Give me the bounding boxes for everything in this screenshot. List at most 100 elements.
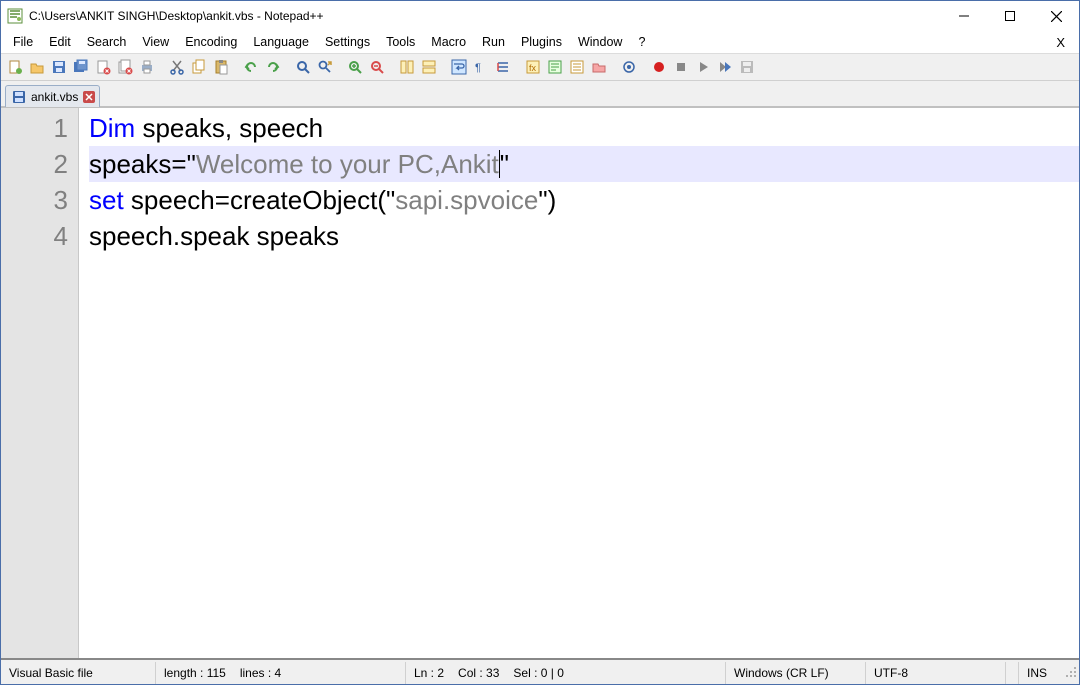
code-token: createObject — [230, 185, 377, 215]
status-mode[interactable]: INS — [1019, 662, 1061, 684]
line-number: 1 — [1, 110, 68, 146]
function-list-icon[interactable] — [567, 57, 587, 77]
close-window-button[interactable] — [1033, 1, 1079, 31]
record-icon[interactable] — [649, 57, 669, 77]
status-eol[interactable]: Windows (CR LF) — [726, 662, 866, 684]
app-window: C:\Users\ANKIT SINGH\Desktop\ankit.vbs -… — [0, 0, 1080, 685]
find-icon[interactable] — [293, 57, 313, 77]
menu-encoding[interactable]: Encoding — [177, 33, 245, 51]
indent-guide-icon[interactable] — [493, 57, 513, 77]
menu-file[interactable]: File — [5, 33, 41, 51]
code-editor[interactable]: Dim speaks, speechspeaks="Welcome to you… — [79, 108, 1079, 658]
menu-language[interactable]: Language — [245, 33, 317, 51]
cut-icon[interactable] — [167, 57, 187, 77]
status-ln: Ln : 2 — [414, 666, 444, 680]
menu-bar: File Edit Search View Encoding Language … — [1, 31, 1079, 53]
new-icon[interactable] — [5, 57, 25, 77]
editor-area: 1234 Dim speaks, speechspeaks="Welcome t… — [1, 107, 1079, 658]
code-token: " — [187, 149, 196, 179]
toolbar-separator — [159, 57, 165, 77]
play-icon[interactable] — [693, 57, 713, 77]
doc-map-icon[interactable] — [545, 57, 565, 77]
menu-edit[interactable]: Edit — [41, 33, 79, 51]
menu-tools[interactable]: Tools — [378, 33, 423, 51]
code-line[interactable]: set speech=createObject("sapi.spvoice") — [89, 182, 1079, 218]
code-token: = — [171, 149, 186, 179]
play-multi-icon[interactable] — [715, 57, 735, 77]
code-line[interactable]: speech.speak speaks — [89, 218, 1079, 254]
menu-run[interactable]: Run — [474, 33, 513, 51]
code-token: " — [500, 149, 509, 179]
save-icon[interactable] — [49, 57, 69, 77]
toolbar: ¶ fx — [1, 53, 1079, 81]
wrap-icon[interactable] — [449, 57, 469, 77]
redo-icon[interactable] — [263, 57, 283, 77]
toolbar-separator — [611, 57, 617, 77]
toolbar-separator — [285, 57, 291, 77]
zoom-in-icon[interactable] — [345, 57, 365, 77]
status-length-lines: length : 115 lines : 4 — [156, 662, 406, 684]
status-encoding[interactable]: UTF-8 — [866, 662, 1006, 684]
lang-icon[interactable]: fx — [523, 57, 543, 77]
code-token: ( — [377, 185, 386, 215]
status-position: Ln : 2 Col : 33 Sel : 0 | 0 — [406, 662, 726, 684]
replace-icon[interactable] — [315, 57, 335, 77]
sync-h-icon[interactable] — [419, 57, 439, 77]
status-col: Col : 33 — [458, 666, 499, 680]
code-token: Dim — [89, 113, 135, 143]
menu-window[interactable]: Window — [570, 33, 630, 51]
save-macro-icon[interactable] — [737, 57, 757, 77]
open-icon[interactable] — [27, 57, 47, 77]
close-document-button[interactable]: X — [1046, 33, 1075, 52]
stop-icon[interactable] — [671, 57, 691, 77]
save-all-icon[interactable] — [71, 57, 91, 77]
menu-view[interactable]: View — [134, 33, 177, 51]
code-token: speaks — [135, 113, 225, 143]
window-controls — [941, 1, 1079, 31]
save-state-icon — [12, 90, 26, 104]
code-token: sapi.spvoice — [395, 185, 538, 215]
copy-icon[interactable] — [189, 57, 209, 77]
undo-icon[interactable] — [241, 57, 261, 77]
status-file-type: Visual Basic file — [1, 662, 156, 684]
code-token: , — [225, 113, 232, 143]
status-length: length : 115 — [164, 666, 226, 680]
toolbar-separator — [233, 57, 239, 77]
svg-text:fx: fx — [529, 63, 537, 73]
maximize-button[interactable] — [987, 1, 1033, 31]
minimize-button[interactable] — [941, 1, 987, 31]
folder-icon[interactable] — [589, 57, 609, 77]
title-bar[interactable]: C:\Users\ANKIT SINGH\Desktop\ankit.vbs -… — [1, 1, 1079, 31]
status-flex — [1006, 662, 1019, 684]
close-all-icon[interactable] — [115, 57, 135, 77]
print-icon[interactable] — [137, 57, 157, 77]
monitor-icon[interactable] — [619, 57, 639, 77]
tab-bar: ankit.vbs — [1, 81, 1079, 107]
tab-ankit-vbs[interactable]: ankit.vbs — [5, 85, 100, 107]
tab-close-button[interactable] — [83, 91, 95, 103]
code-token: " — [538, 185, 547, 215]
status-sel: Sel : 0 | 0 — [513, 666, 563, 680]
menu-settings[interactable]: Settings — [317, 33, 378, 51]
code-token: set — [89, 185, 124, 215]
menu-macro[interactable]: Macro — [423, 33, 474, 51]
sync-v-icon[interactable] — [397, 57, 417, 77]
all-chars-icon[interactable]: ¶ — [471, 57, 491, 77]
resize-grip-icon[interactable] — [1061, 666, 1079, 680]
paste-icon[interactable] — [211, 57, 231, 77]
notepadpp-icon — [7, 8, 23, 24]
close-icon[interactable] — [93, 57, 113, 77]
toolbar-separator — [441, 57, 447, 77]
code-token: speech.speak speaks — [89, 221, 339, 251]
code-line[interactable]: Dim speaks, speech — [89, 110, 1079, 146]
menu-plugins[interactable]: Plugins — [513, 33, 570, 51]
menu-help[interactable]: ? — [630, 33, 653, 51]
zoom-out-icon[interactable] — [367, 57, 387, 77]
code-token: speech — [232, 113, 323, 143]
code-line[interactable]: speaks="Welcome to your PC,Ankit" — [89, 146, 1079, 182]
line-number-gutter: 1234 — [1, 108, 79, 658]
menu-search[interactable]: Search — [79, 33, 135, 51]
code-token: speech — [124, 185, 215, 215]
tab-label: ankit.vbs — [31, 90, 78, 104]
text-caret — [499, 150, 500, 178]
